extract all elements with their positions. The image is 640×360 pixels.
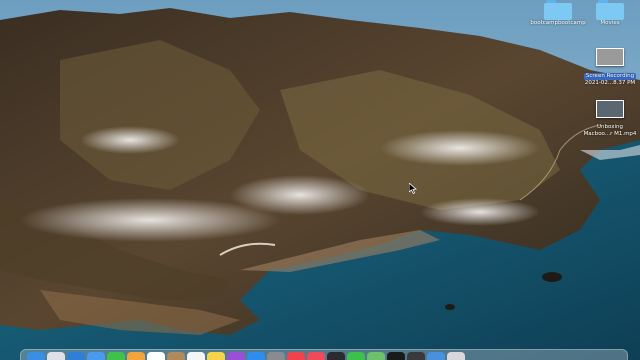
dock-notes-icon[interactable]	[207, 352, 225, 360]
desktop-icon-label: bootcampbootcamp	[530, 20, 586, 26]
dock-appstore-icon[interactable]	[247, 352, 265, 360]
dock-messages-icon[interactable]	[107, 352, 125, 360]
dock-maps-icon[interactable]	[367, 352, 385, 360]
dock-quicktime-icon[interactable]	[327, 352, 345, 360]
dock-activity-monitor-icon[interactable]	[407, 352, 425, 360]
dock-music-icon[interactable]	[307, 352, 325, 360]
folder-icon	[544, 0, 572, 20]
dock-mail-icon[interactable]	[87, 352, 105, 360]
desktop-icon-sublabel: 2021-02...8.37 PM	[584, 80, 636, 86]
movies-folder-icon	[596, 0, 624, 20]
desktop-icon-label: Screen Recording	[583, 73, 637, 80]
screen-recording-thumbnail-icon	[596, 48, 624, 66]
dock-launchpad-icon[interactable]	[47, 352, 65, 360]
desktop-icon-movies[interactable]: Movies	[590, 0, 630, 27]
wallpaper	[0, 0, 640, 360]
desktop-icon-label: Movies	[600, 20, 620, 26]
dock-trash-icon[interactable]	[447, 352, 465, 360]
dock-facetime-icon[interactable]	[347, 352, 365, 360]
video-thumbnail-icon	[596, 100, 624, 118]
dock-calendar-icon[interactable]	[147, 352, 165, 360]
mouse-pointer-icon	[409, 183, 417, 194]
desktop-icon-label: Unboxing	[597, 124, 623, 130]
dock-reminders-icon[interactable]	[187, 352, 205, 360]
dock-podcasts-icon[interactable]	[227, 352, 245, 360]
dock-downloads-icon[interactable]	[427, 352, 445, 360]
desktop-icon-screen-recording[interactable]: Screen Recording 2021-02...8.37 PM	[582, 48, 638, 87]
dock	[20, 349, 628, 360]
dock-news-icon[interactable]	[287, 352, 305, 360]
dock-settings-icon[interactable]	[267, 352, 285, 360]
desktop-icon-folder[interactable]: bootcampbootcamp	[530, 0, 586, 27]
desktop[interactable]: bootcampbootcamp Movies Screen Recording…	[0, 0, 640, 360]
desktop-icon-unboxing[interactable]: Unboxing Macboo...r M1.mp4	[584, 100, 636, 138]
dock-contacts-icon[interactable]	[167, 352, 185, 360]
dock-finder-icon[interactable]	[27, 352, 45, 360]
dock-photos-icon[interactable]	[127, 352, 145, 360]
dock-safari-icon[interactable]	[67, 352, 85, 360]
desktop-icon-sublabel: Macboo...r M1.mp4	[583, 131, 637, 137]
dock-terminal-icon[interactable]	[387, 352, 405, 360]
